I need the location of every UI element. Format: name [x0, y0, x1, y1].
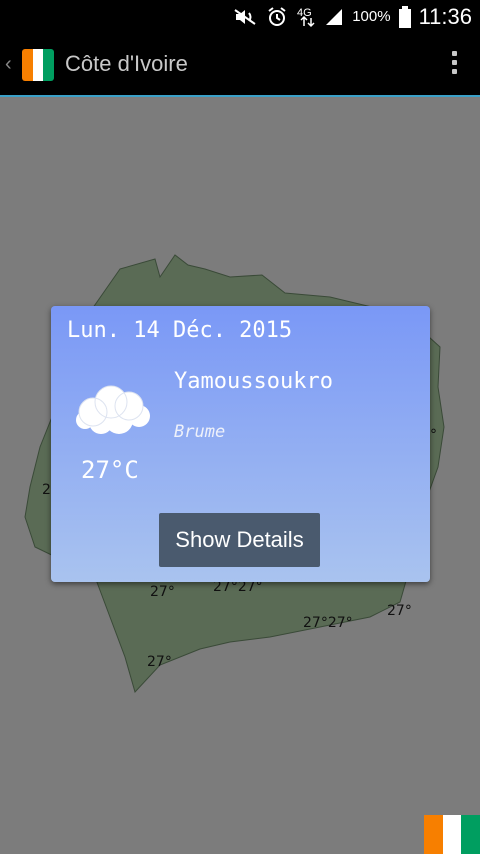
forecast-date: Lun. 14 Déc. 2015	[67, 318, 293, 343]
status-bar: 4G 100% 11:36	[0, 0, 480, 33]
clock: 11:36	[418, 3, 472, 29]
page-title: Côte d'Ivoire	[65, 51, 188, 76]
mute-icon	[232, 7, 258, 27]
4g-icon: 4G	[296, 5, 316, 29]
weather-condition: Brume	[174, 422, 226, 442]
signal-icon	[324, 7, 344, 27]
map-temp-label[interactable]: 27°	[387, 603, 412, 619]
overflow-menu-icon[interactable]	[450, 51, 458, 79]
battery-icon	[398, 5, 411, 28]
map-temp-label[interactable]: °	[430, 427, 437, 443]
show-details-button[interactable]: Show Details	[159, 513, 320, 567]
battery-percent: 100%	[352, 8, 391, 25]
corner-flag-icon[interactable]	[424, 815, 480, 854]
temperature: 27°C	[81, 456, 139, 484]
alarm-icon	[266, 6, 288, 28]
cloud-icon	[73, 378, 153, 443]
map-temp-label[interactable]: 2	[42, 482, 51, 498]
map-temp-label[interactable]: 27°	[150, 584, 175, 600]
city-name: Yamoussoukro	[174, 369, 333, 394]
map-temp-label[interactable]: 27°	[147, 654, 172, 670]
status-icons: 4G 100% 11:36	[232, 0, 472, 33]
back-chevron-icon[interactable]: ‹	[5, 53, 12, 76]
flag-icon[interactable]	[22, 49, 54, 81]
map-temp-label[interactable]: 27°27°	[303, 615, 353, 631]
weather-dialog: Lun. 14 Déc. 2015 27°C Yamoussoukro Brum…	[51, 306, 430, 582]
action-bar: ‹ Côte d'Ivoire	[0, 33, 480, 97]
